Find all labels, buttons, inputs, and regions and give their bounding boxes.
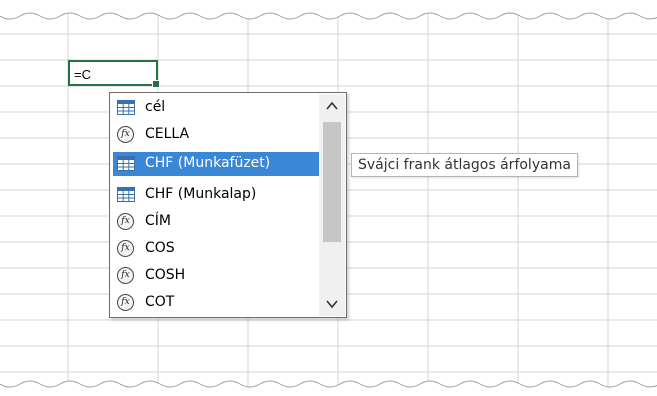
scroll-down-button[interactable] bbox=[319, 292, 345, 316]
autocomplete-item-label: CHF (Munkafüzet) bbox=[145, 155, 271, 171]
scrollbar-thumb[interactable] bbox=[323, 122, 341, 242]
chevron-down-icon bbox=[326, 300, 338, 309]
chevron-up-icon bbox=[326, 101, 338, 110]
function-icon: fx bbox=[117, 240, 137, 258]
function-autocomplete-list[interactable]: cél fx CELLA CHF (Munkafüzet) CHF (Munka… bbox=[109, 92, 347, 318]
function-icon: fx bbox=[117, 267, 137, 285]
table-icon bbox=[117, 155, 137, 173]
autocomplete-item-chf-munkalap[interactable]: CHF (Munkalap) bbox=[113, 183, 321, 207]
table-icon bbox=[117, 99, 137, 117]
torn-edge-top bbox=[0, 0, 657, 19]
autocomplete-item-cot[interactable]: fx COT bbox=[113, 291, 321, 315]
spreadsheet-view: =C cél fx CELLA CHF (Munkafüzet) CHF (Mu… bbox=[0, 0, 657, 396]
active-cell-formula[interactable]: =C bbox=[74, 67, 91, 82]
autocomplete-scrollbar[interactable] bbox=[319, 94, 345, 316]
autocomplete-item-label: CELLA bbox=[145, 126, 190, 142]
autocomplete-item-cim[interactable]: fx CÍM bbox=[113, 210, 321, 234]
autocomplete-item-label: COS bbox=[145, 240, 175, 256]
autocomplete-item-chf-munkafuzet[interactable]: CHF (Munkafüzet) bbox=[113, 152, 321, 176]
function-description-tooltip: Svájci frank átlagos árfolyama bbox=[351, 153, 578, 177]
function-icon: fx bbox=[117, 126, 137, 144]
autocomplete-item-cella[interactable]: fx CELLA bbox=[113, 123, 321, 147]
function-icon: fx bbox=[117, 213, 137, 231]
function-icon: fx bbox=[117, 294, 137, 312]
autocomplete-item-label: COT bbox=[145, 294, 175, 310]
scroll-up-button[interactable] bbox=[319, 94, 345, 118]
autocomplete-item-cos[interactable]: fx COS bbox=[113, 237, 321, 261]
table-icon bbox=[117, 186, 137, 204]
active-cell[interactable]: =C bbox=[68, 60, 160, 88]
autocomplete-item-label: CÍM bbox=[145, 213, 171, 229]
autocomplete-item-cosh[interactable]: fx COSH bbox=[113, 264, 321, 288]
fill-handle[interactable] bbox=[152, 80, 160, 88]
autocomplete-item-label: CHF (Munkalap) bbox=[145, 186, 257, 202]
autocomplete-item-label: cél bbox=[145, 99, 166, 115]
autocomplete-item-cel[interactable]: cél bbox=[113, 96, 321, 120]
autocomplete-item-label: COSH bbox=[145, 267, 186, 283]
